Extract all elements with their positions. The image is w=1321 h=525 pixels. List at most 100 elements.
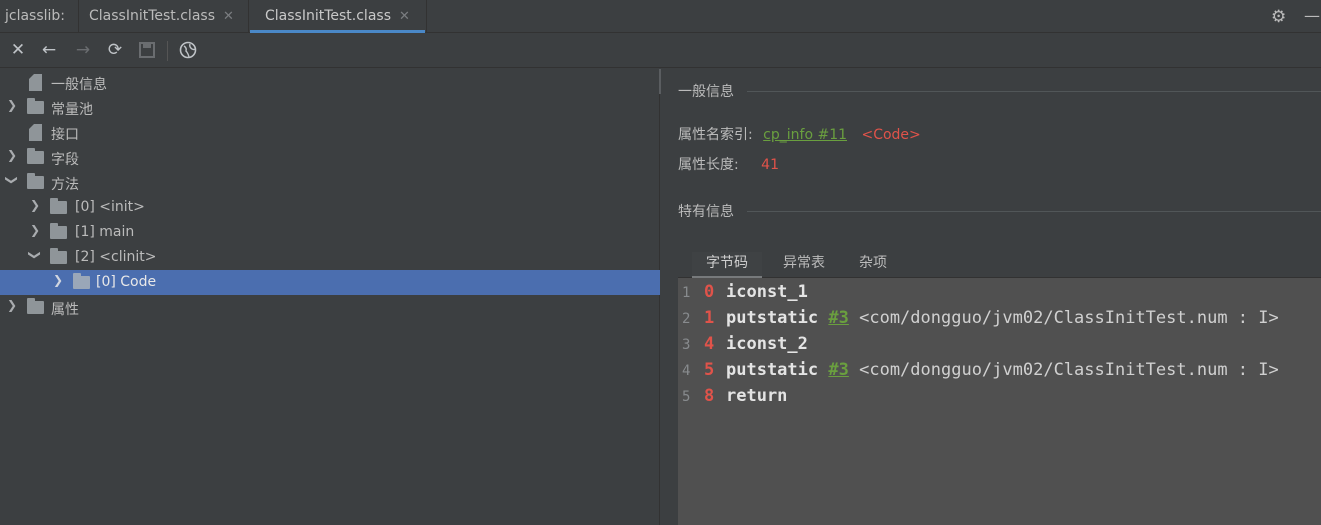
- tab-label: 字节码: [706, 255, 748, 271]
- plugin-label: jclasslib:: [5, 8, 66, 24]
- tree-item-method-main[interactable]: ❯ [1] main: [0, 220, 660, 245]
- specific-info-tabs: 字节码 异常表 杂项: [678, 246, 1321, 278]
- tab-exception-table[interactable]: 异常表: [769, 252, 839, 278]
- chevron-right-icon[interactable]: ❯: [6, 148, 18, 162]
- specific-info-section: 特有信息: [678, 201, 1321, 221]
- opcode-name: putstatic: [726, 308, 819, 328]
- chevron-right-icon[interactable]: ❯: [52, 273, 64, 287]
- bytecode-offset: 5: [704, 360, 715, 380]
- tab-label: 杂项: [859, 255, 887, 271]
- active-tab-indicator: [250, 30, 425, 33]
- bytecode-offset: 8: [704, 386, 715, 406]
- opcode-name: iconst_1: [726, 282, 808, 302]
- constant-comment: <com/dongguo/jvm02/ClassInitTest.num : I…: [859, 360, 1279, 380]
- save-icon[interactable]: [137, 40, 157, 60]
- folder-icon: [50, 248, 67, 264]
- tab-misc[interactable]: 杂项: [845, 252, 901, 278]
- tab-classinittest-1[interactable]: ClassInitTest.class ✕: [89, 0, 234, 33]
- forward-arrow-icon[interactable]: →: [73, 40, 93, 60]
- tab-classinittest-2[interactable]: ClassInitTest.class ✕: [250, 0, 425, 33]
- tab-label: 异常表: [783, 255, 825, 271]
- opcode-name: putstatic: [726, 360, 819, 380]
- bytecode-offset: 1: [704, 308, 715, 328]
- tree-item-method-init[interactable]: ❯ [0] <init>: [0, 195, 660, 220]
- tree-item-label: [2] <clinit>: [75, 249, 157, 265]
- line-number: 4: [682, 363, 691, 379]
- tree-item-label: [0] <init>: [75, 199, 145, 215]
- file-icon: [29, 74, 42, 91]
- attribute-length-row: 属性长度: 41: [678, 154, 779, 174]
- chevron-right-icon[interactable]: ❯: [29, 223, 41, 237]
- attribute-length-value: 41: [761, 157, 779, 173]
- section-divider: [747, 91, 1321, 92]
- opcode: iconst_1: [726, 282, 808, 302]
- chevron-right-icon[interactable]: ❯: [29, 198, 41, 212]
- tree-item-code[interactable]: ❯ [0] Code: [0, 270, 660, 295]
- section-title: 一般信息: [678, 84, 734, 100]
- opcode: putstatic #3 <com/dongguo/jvm02/ClassIni…: [726, 360, 1279, 380]
- tree-item-attributes[interactable]: ❯ 属性: [0, 295, 660, 320]
- bytecode-line: 1 0 iconst_1: [678, 282, 1321, 308]
- folder-icon: [50, 198, 67, 214]
- line-number: 5: [682, 389, 691, 405]
- chevron-right-icon[interactable]: ❯: [6, 98, 18, 112]
- tree-item-methods[interactable]: ❯ 方法: [0, 170, 660, 195]
- attribute-name-index-label: 属性名索引:: [678, 127, 753, 143]
- tab-separator: [248, 0, 249, 33]
- gear-icon[interactable]: ⚙: [1271, 7, 1286, 27]
- tab-bytecode[interactable]: 字节码: [692, 252, 762, 278]
- class-structure-tree: 一般信息 ❯ 常量池 接口 ❯ 字段 ❯ 方法 ❯ [0] <init> ❯ […: [0, 69, 660, 525]
- bytecode-viewer[interactable]: 1 0 iconst_1 2 1 putstatic #3 <com/dongg…: [678, 278, 1321, 525]
- folder-icon: [27, 98, 44, 114]
- line-number: 3: [682, 337, 691, 353]
- tree-item-label: [0] Code: [96, 274, 157, 290]
- tree-item-fields[interactable]: ❯ 字段: [0, 145, 660, 170]
- opcode: return: [726, 386, 787, 406]
- close-icon[interactable]: ✕: [8, 40, 28, 60]
- editor-tab-bar: jclasslib: ClassInitTest.class ✕ ClassIni…: [0, 0, 1321, 33]
- attribute-name-index-row: 属性名索引: cp_info #11 <Code>: [678, 124, 921, 144]
- detail-panel: 一般信息 属性名索引: cp_info #11 <Code> 属性长度: 41 …: [661, 69, 1321, 525]
- tree-item-label: 接口: [51, 127, 79, 143]
- tree-item-label: 常量池: [51, 102, 93, 118]
- tree-item-label: 属性: [51, 302, 79, 318]
- line-number: 1: [682, 285, 691, 301]
- chevron-down-icon[interactable]: ❯: [28, 249, 42, 261]
- folder-icon: [27, 173, 44, 189]
- cp-info-link[interactable]: cp_info #11: [763, 127, 847, 143]
- folder-icon: [50, 223, 67, 239]
- tree-item-method-clinit[interactable]: ❯ [2] <clinit>: [0, 245, 660, 270]
- folder-icon: [27, 298, 44, 314]
- folder-icon: [73, 273, 90, 289]
- general-info-section: 一般信息: [678, 81, 1321, 101]
- constant-ref-link[interactable]: #3: [828, 308, 848, 328]
- opcode: putstatic #3 <com/dongguo/jvm02/ClassIni…: [726, 308, 1279, 328]
- bytecode-line: 4 5 putstatic #3 <com/dongguo/jvm02/Clas…: [678, 360, 1321, 386]
- bytecode-offset: 4: [704, 334, 715, 354]
- browser-icon[interactable]: [178, 40, 198, 60]
- opcode-name: return: [726, 386, 788, 406]
- tree-item-label: 字段: [51, 152, 79, 168]
- toolbar-separator: [167, 41, 168, 61]
- tree-item-constant-pool[interactable]: ❯ 常量池: [0, 95, 660, 120]
- chevron-right-icon[interactable]: ❯: [6, 298, 18, 312]
- tree-item-label: 方法: [51, 177, 79, 193]
- folder-icon: [27, 148, 44, 164]
- chevron-down-icon[interactable]: ❯: [5, 174, 19, 186]
- tree-item-general-info[interactable]: 一般信息: [0, 70, 660, 95]
- section-divider: [747, 211, 1321, 212]
- constant-ref-link[interactable]: #3: [828, 360, 848, 380]
- tree-item-label: [1] main: [75, 224, 135, 240]
- close-tab-icon[interactable]: ✕: [399, 9, 410, 24]
- minimize-icon[interactable]: —: [1304, 6, 1320, 25]
- back-arrow-icon[interactable]: ←: [39, 40, 59, 60]
- refresh-icon[interactable]: ⟳: [105, 40, 125, 60]
- opcode: iconst_2: [726, 334, 808, 354]
- tab-label: ClassInitTest.class: [89, 8, 215, 24]
- tree-item-label: 一般信息: [51, 77, 107, 93]
- toolbar: ✕ ← → ⟳: [0, 34, 1321, 68]
- line-number: 2: [682, 311, 691, 327]
- tree-item-interfaces[interactable]: 接口: [0, 120, 660, 145]
- close-tab-icon[interactable]: ✕: [223, 9, 234, 24]
- bytecode-line: 3 4 iconst_2: [678, 334, 1321, 360]
